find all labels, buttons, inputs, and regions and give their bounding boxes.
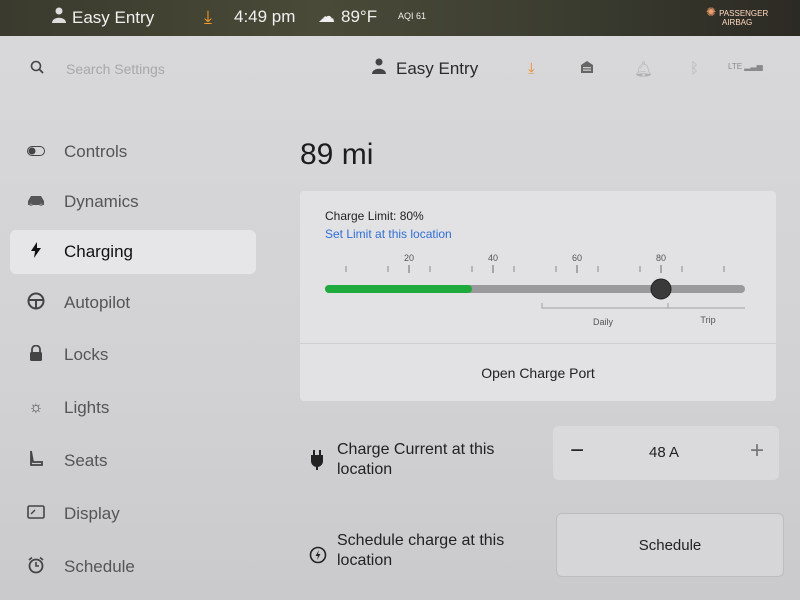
seat-icon <box>26 450 46 473</box>
status-profile[interactable]: Easy Entry <box>52 7 154 28</box>
status-temperature: 89°F <box>341 7 378 26</box>
sidebar-item-dynamics[interactable]: Dynamics <box>10 180 256 224</box>
settings-screen: Easy Entry ⤓ 🔔︎ ᛒ LTE ▂▃▅ Controls Dynam… <box>0 36 800 600</box>
trip-label: Trip <box>700 315 715 325</box>
slider-tick-labels: 20 40 60 80 <box>404 253 666 263</box>
slider-tick-label: 40 <box>488 253 498 263</box>
status-profile-name: Easy Entry <box>72 7 155 27</box>
search-input[interactable] <box>64 58 268 80</box>
passenger-airbag-indicator: ✺ PASSENGER AIRBAG <box>706 5 769 27</box>
sidebar-item-display[interactable]: Display <box>10 492 256 536</box>
charge-current-stepper: − 48 A + <box>553 426 779 480</box>
charge-limit-slider[interactable]: 20 40 60 80 Daily Trip <box>300 246 776 336</box>
schedule-charge-label: Schedule charge at this location <box>337 532 505 569</box>
lock-icon <box>26 344 46 366</box>
charge-current-label: Charge Current at this location <box>337 441 495 478</box>
car-icon <box>26 193 46 211</box>
decrease-current-button[interactable]: − <box>563 438 591 466</box>
person-icon <box>52 7 66 28</box>
download-icon[interactable]: ⤓ <box>528 60 535 77</box>
search-icon[interactable] <box>30 60 44 74</box>
slider-knob[interactable] <box>650 278 672 300</box>
sidebar-item-autopilot[interactable]: Autopilot <box>10 281 256 325</box>
lightning-icon <box>26 241 46 263</box>
charge-limit-card: Charge Limit: 80% Set Limit at this loca… <box>300 191 776 401</box>
charge-plug-icon <box>310 450 324 475</box>
slider-tick-label: 80 <box>656 253 666 263</box>
sidebar-item-controls[interactable]: Controls <box>10 130 256 174</box>
status-aqi: AQI 61 <box>398 11 427 21</box>
sidebar-item-label: Schedule <box>64 557 135 576</box>
alarm-icon <box>26 556 46 579</box>
status-weather: ☁ 89°F <box>318 7 377 27</box>
daily-label: Daily <box>593 317 614 327</box>
toggle-icon <box>26 143 46 161</box>
garage-icon[interactable] <box>580 60 594 78</box>
daily-trip-bracket <box>541 303 745 309</box>
cloud-icon: ☁ <box>318 7 335 26</box>
display-icon <box>26 504 46 524</box>
range-display: 89 mi <box>300 138 374 171</box>
charge-limit-label: Charge Limit: 80% <box>325 209 424 223</box>
airbag-label-1: PASSENGER <box>719 9 769 18</box>
sidebar-item-label: Autopilot <box>64 293 131 312</box>
sidebar-item-label: Lights <box>64 398 110 417</box>
airbag-icon: ✺ <box>706 5 717 19</box>
schedule-clock-icon <box>309 546 327 569</box>
sidebar-item-locks[interactable]: Locks <box>10 333 256 377</box>
lte-signal-icon: LTE ▂▃▅ <box>728 62 763 71</box>
header-profile[interactable]: Easy Entry <box>372 58 478 79</box>
increase-current-button[interactable]: + <box>743 438 771 466</box>
download-icon[interactable]: ⤓ <box>204 7 212 28</box>
slider-tick-label: 20 <box>404 253 414 263</box>
person-icon <box>372 58 386 79</box>
sidebar-item-charging[interactable]: Charging <box>10 230 256 274</box>
light-icon: ☼ <box>28 399 44 416</box>
slider-charge-fill <box>325 285 472 293</box>
charge-current-value: 48 A <box>649 444 680 461</box>
header-profile-name: Easy Entry <box>396 58 479 78</box>
sidebar-item-label: Controls <box>64 142 128 161</box>
sidebar-item-label: Charging <box>64 242 133 261</box>
slider-tick-label: 60 <box>572 253 582 263</box>
airbag-label-2: AIRBAG <box>722 18 753 27</box>
steering-wheel-icon <box>26 292 46 315</box>
network-label: LTE <box>728 62 743 71</box>
bell-icon[interactable]: 🔔︎ <box>634 60 653 78</box>
sidebar-item-seats[interactable]: Seats <box>10 439 256 483</box>
sidebar-item-schedule[interactable]: Schedule <box>10 545 256 589</box>
sidebar-item-lights[interactable]: ☼ Lights <box>10 386 256 430</box>
open-charge-port-button[interactable]: Open Charge Port <box>300 344 776 401</box>
sidebar-item-label: Locks <box>64 345 109 364</box>
sidebar-item-label: Seats <box>64 451 108 470</box>
bluetooth-icon[interactable]: ᛒ <box>690 60 699 77</box>
sidebar-item-label: Display <box>64 504 120 523</box>
schedule-button[interactable]: Schedule <box>556 513 784 577</box>
slider-ticks <box>345 265 725 273</box>
set-limit-link[interactable]: Set Limit at this location <box>325 227 452 241</box>
sidebar-item-label: Dynamics <box>64 192 139 211</box>
status-bar: Easy Entry ⤓ 4:49 pm ☁ 89°F AQI 61 ✺ PASS… <box>0 0 800 36</box>
status-time: 4:49 pm <box>234 7 296 26</box>
